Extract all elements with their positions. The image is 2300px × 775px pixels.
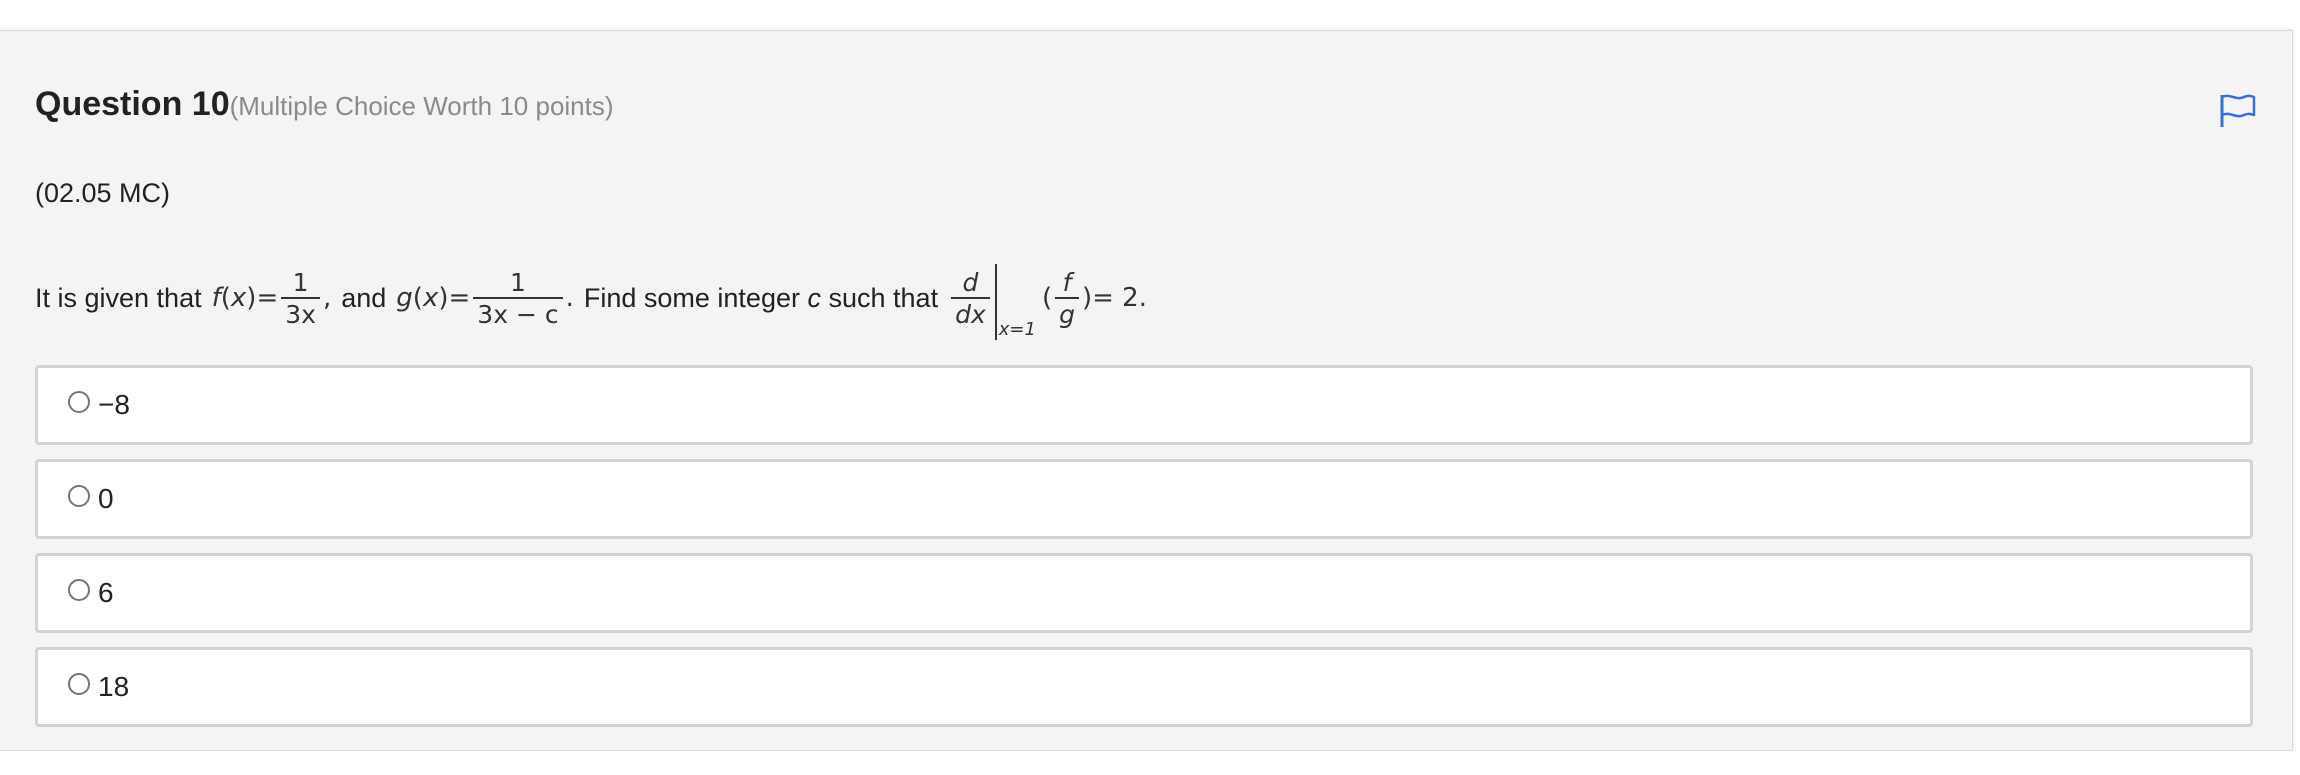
g-close-paren: )	[438, 283, 449, 313]
f-denominator: 3x	[281, 296, 320, 327]
answer-option[interactable]: 0	[35, 459, 2253, 539]
prompt-and: and	[341, 282, 387, 313]
answer-option[interactable]: 18	[35, 647, 2253, 727]
option-label: 0	[98, 483, 114, 514]
g-numerator: 1	[509, 267, 526, 297]
d-denominator: dx	[951, 296, 990, 327]
question-code: (02.05 MC)	[35, 178, 171, 208]
g-fraction: 1 3x − c	[473, 267, 563, 327]
radio-button[interactable]	[68, 673, 90, 695]
f-equals: =	[256, 283, 279, 313]
g-period: .	[565, 283, 574, 313]
prompt-such-that: such that	[828, 282, 939, 313]
radio-button[interactable]	[68, 391, 90, 413]
prompt-intro: It is given that	[35, 282, 202, 313]
g-equals: =	[448, 283, 471, 313]
fg-close-paren: )	[1081, 283, 1093, 313]
f-comma: ,	[322, 283, 332, 313]
fg-denominator: g	[1055, 296, 1079, 327]
evaluation-point: x=1	[998, 319, 1036, 340]
option-label: 6	[98, 577, 114, 608]
g-definition: g(x) = 1 3x − c .	[396, 270, 574, 327]
derivative-expression: d dx x=1 ( f g ) = 2.	[948, 260, 1147, 340]
d-dx-fraction: d dx	[951, 270, 990, 327]
f-over-g-fraction: f g	[1055, 270, 1079, 327]
prompt-find: Find some integer	[583, 282, 800, 313]
g-name: g	[396, 283, 413, 313]
f-open-paren: (	[220, 283, 231, 313]
question-points: (Multiple Choice Worth 10 points)	[229, 91, 614, 121]
answer-option[interactable]: −8	[35, 365, 2253, 445]
g-open-paren: (	[412, 283, 423, 313]
f-close-paren: )	[246, 283, 257, 313]
f-numerator: 1	[292, 267, 309, 297]
g-arg: x	[422, 283, 439, 313]
f-definition: f(x) = 1 3x ,	[212, 270, 332, 327]
derivative-result: = 2.	[1092, 283, 1147, 313]
option-label: 18	[98, 671, 130, 702]
answer-options: −8 0 6 18	[35, 365, 2253, 741]
option-label: −8	[98, 389, 130, 420]
fg-numerator: f	[1062, 267, 1072, 297]
question-title: Question 10	[35, 85, 230, 123]
f-arg: x	[230, 283, 247, 313]
answer-option[interactable]: 6	[35, 553, 2253, 633]
d-numerator: d	[962, 267, 979, 297]
question-prompt: It is given that f(x) = 1 3x , and g(x) …	[35, 253, 1147, 343]
f-fraction: 1 3x	[281, 270, 320, 327]
flag-icon[interactable]	[2218, 91, 2258, 131]
question-panel: Question 10(Multiple Choice Worth 10 poi…	[0, 30, 2293, 751]
f-name: f	[211, 283, 221, 313]
radio-button[interactable]	[68, 485, 90, 507]
radio-button[interactable]	[68, 579, 90, 601]
evaluation-bar	[994, 264, 997, 340]
fg-open-paren: (	[1041, 283, 1053, 313]
prompt-c: c	[807, 282, 821, 313]
g-denominator: 3x − c	[473, 296, 563, 327]
question-header: Question 10(Multiple Choice Worth 10 poi…	[35, 85, 614, 124]
